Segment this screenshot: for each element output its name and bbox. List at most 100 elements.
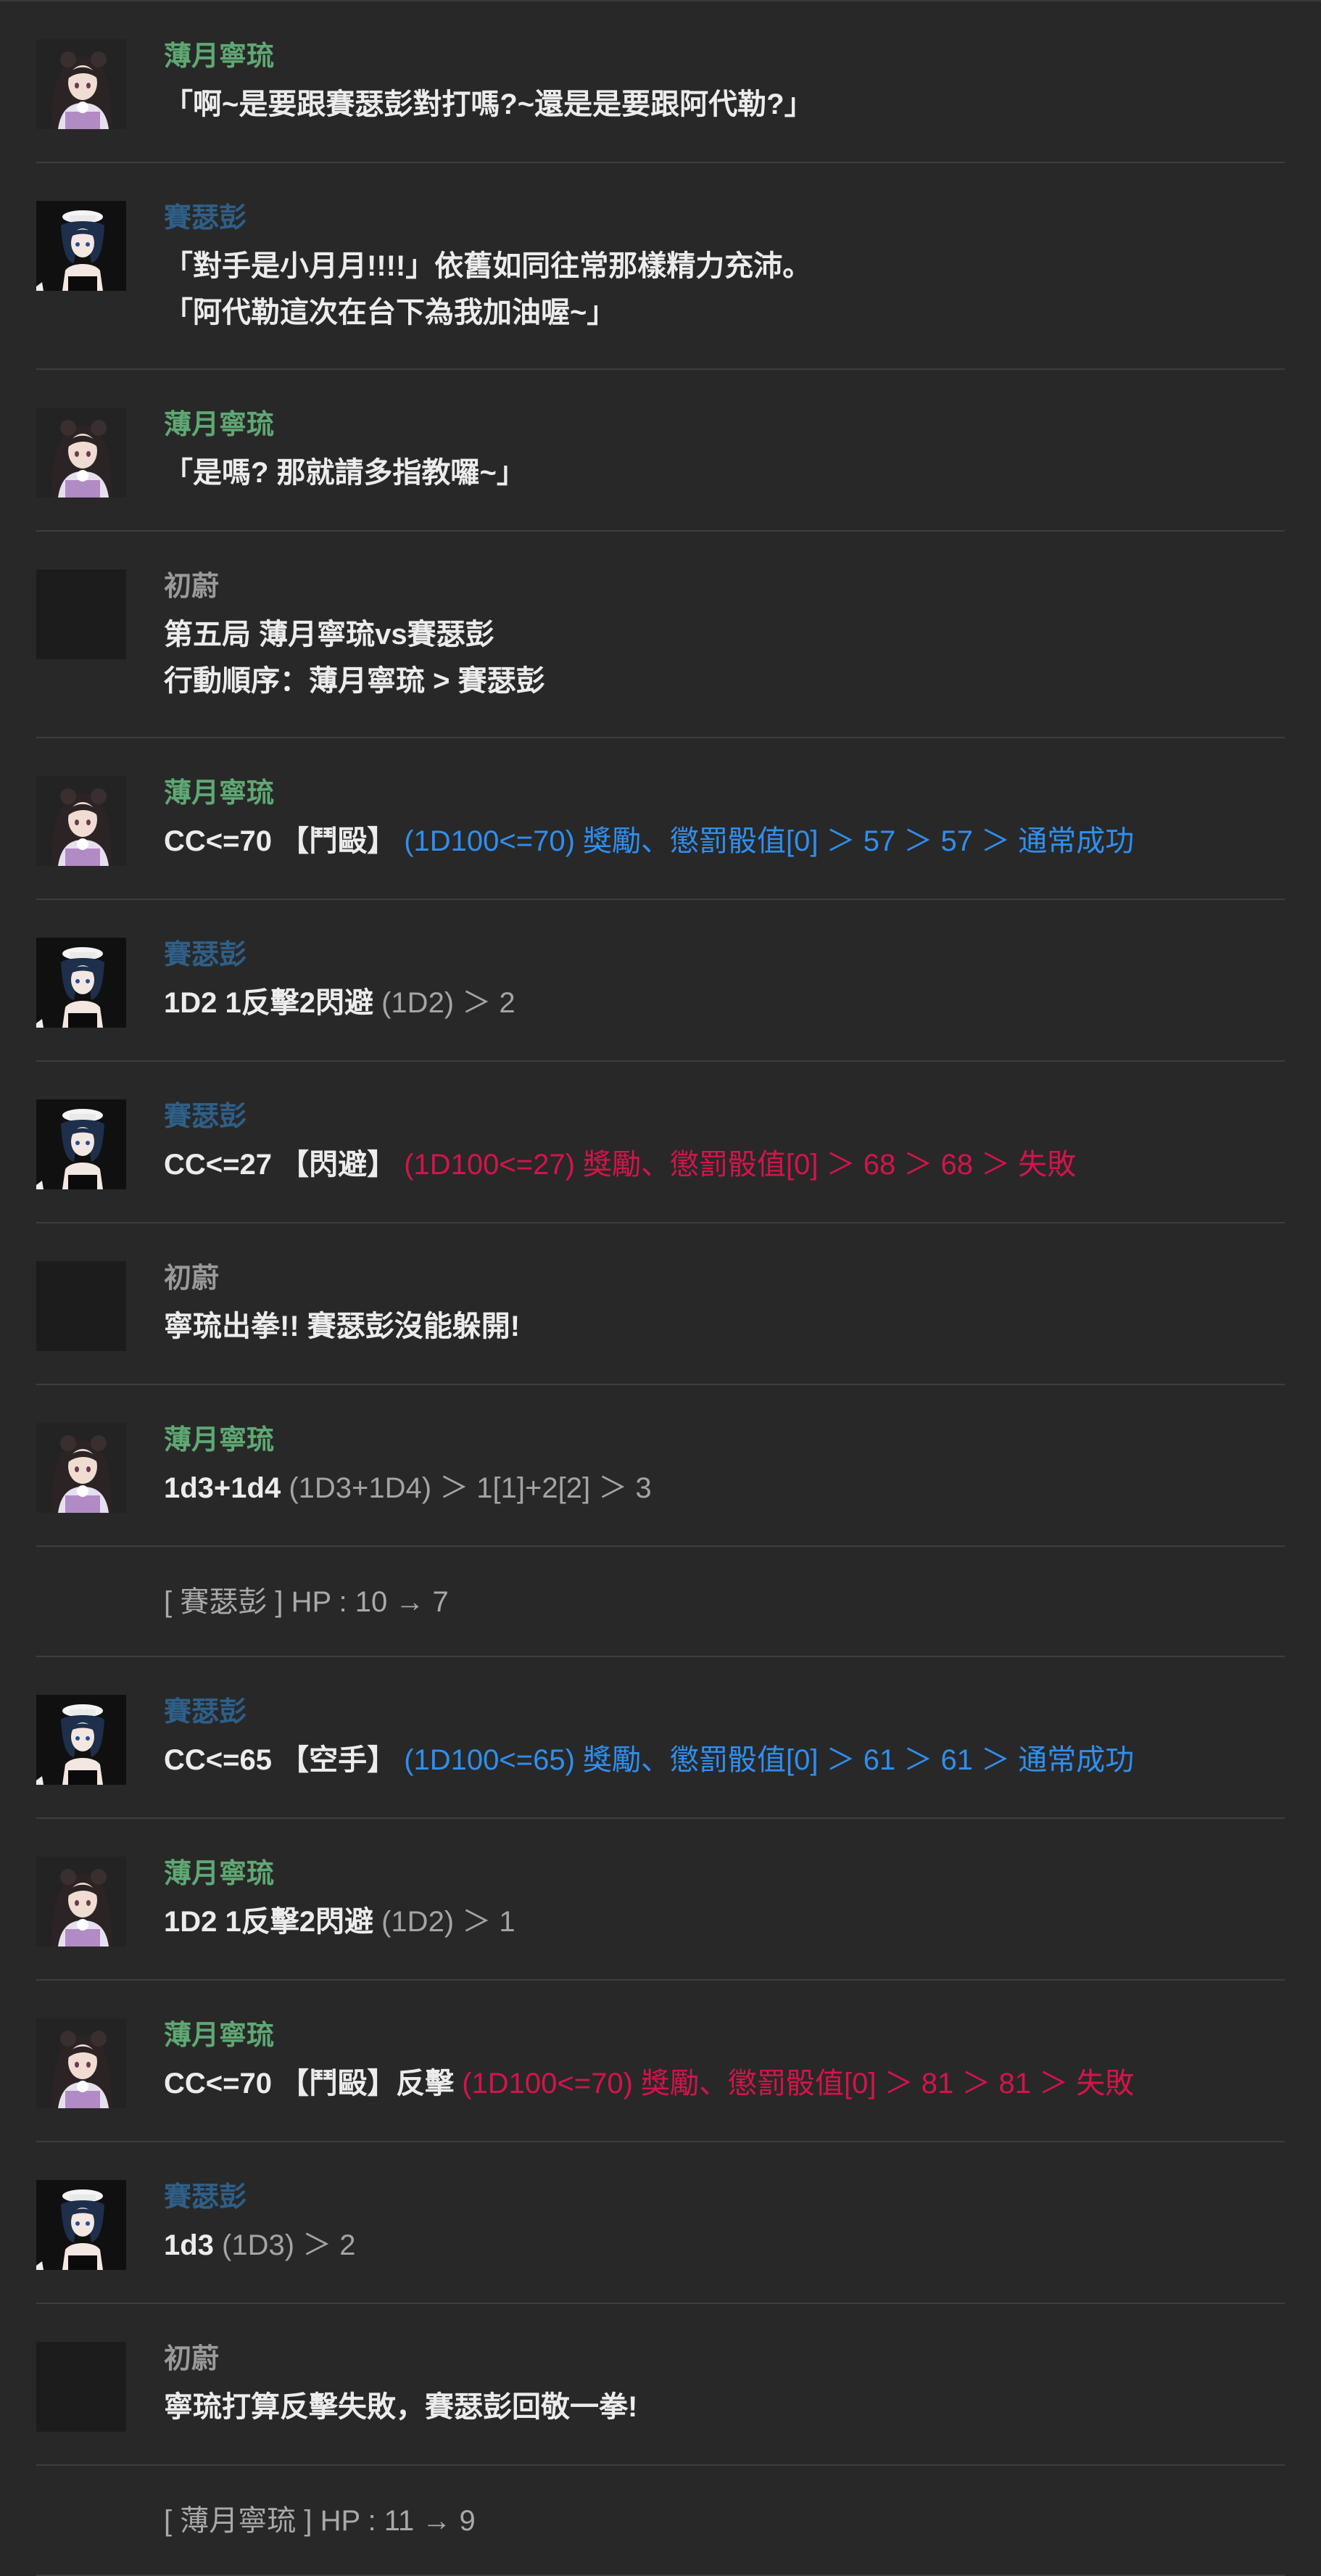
avatar-kp [36, 569, 126, 659]
avatar-ningliu [36, 408, 126, 498]
avatar-ningliu [36, 39, 126, 129]
chat-message: 賽瑟彭 CC<=27 【閃避】 (1D100<=27) 獎勵、懲罰骰值[0] ＞ … [36, 1062, 1285, 1223]
message-text: 1D2 1反擊2閃避 (1D2) ＞ 1 [164, 1899, 515, 1945]
avatar-saiseipeng [36, 1099, 126, 1189]
message-segment: 寧琉出拳!! 賽瑟彭沒能躲開! [164, 1310, 521, 1342]
avatar-kp [36, 2342, 126, 2432]
speaker-name: 薄月寧琉 [164, 41, 275, 72]
dice-result: (1D3+1D4) ＞ 1[1]+2[2] ＞ 3 [289, 1472, 652, 1504]
message-segment: 「是嗎? 那就請多指教囉~」 [164, 457, 526, 489]
message-line: CC<=70 【鬥毆】 (1D100<=70) 獎勵、懲罰骰值[0] ＞ 57 … [164, 818, 1134, 864]
chat-message: 薄月寧琉 1D2 1反擊2閃避 (1D2) ＞ 1 [36, 1819, 1285, 1981]
dice-result: (1D2) ＞ 2 [381, 987, 515, 1019]
message-segment: 「阿代勒這次在台下為我加油喔~」 [164, 297, 616, 329]
message-segment: 1D2 1反擊2閃避 [164, 1906, 382, 1938]
speaker-name: 賽瑟彭 [164, 940, 247, 970]
message-segment: 「對手是小月月!!!!」依舊如同往常那樣精力充沛。 [164, 250, 812, 282]
avatar-saiseipeng [36, 2180, 126, 2270]
message-line: 1d3+1d4 (1D3+1D4) ＞ 1[1]+2[2] ＞ 3 [164, 1465, 652, 1511]
chat-message: 薄月寧琉 CC<=70 【鬥毆】反擊 (1D100<=70) 獎勵、懲罰骰值[0]… [36, 1981, 1285, 2142]
speaker-name: 賽瑟彭 [164, 1102, 247, 1132]
message-text: 1d3 (1D3) ＞ 2 [164, 2222, 356, 2269]
message-line: CC<=70 【鬥毆】反擊 (1D100<=70) 獎勵、懲罰骰值[0] ＞ 8… [164, 2060, 1134, 2107]
message-text: CC<=65 【空手】 (1D100<=65) 獎勵、懲罰骰值[0] ＞ 61 … [164, 1737, 1134, 1783]
speaker-name: 薄月寧琉 [164, 2020, 275, 2051]
message-line: CC<=65 【空手】 (1D100<=65) 獎勵、懲罰骰值[0] ＞ 61 … [164, 1737, 1134, 1783]
avatar-ningliu [36, 1857, 126, 1947]
speaker-name: 賽瑟彭 [164, 203, 247, 234]
message-text: CC<=70 【鬥毆】反擊 (1D100<=70) 獎勵、懲罰骰值[0] ＞ 8… [164, 2060, 1134, 2107]
message-text: 「對手是小月月!!!!」依舊如同往常那樣精力充沛。 「阿代勒這次在台下為我加油喔~… [164, 243, 811, 336]
chat-message: 初蔚寧琉出拳!! 賽瑟彭沒能躲開! [36, 1223, 1285, 1385]
message-segment: 1d3+1d4 [164, 1472, 289, 1504]
message-text: CC<=27 【閃避】 (1D100<=27) 獎勵、懲罰骰值[0] ＞ 68 … [164, 1142, 1076, 1188]
message-segment: 1D2 1反擊2閃避 [164, 987, 382, 1019]
message-segment: CC<=70 【鬥毆】 [164, 825, 405, 857]
dice-result: (1D100<=27) 獎勵、懲罰骰值[0] ＞ 68 ＞ 68 ＞ 失敗 [404, 1149, 1077, 1181]
message-text: 1D2 1反擊2閃避 (1D2) ＞ 2 [164, 980, 515, 1026]
message-text: 「是嗎? 那就請多指教囉~」 [164, 450, 526, 496]
avatar-saiseipeng [36, 201, 126, 291]
message-segment: CC<=65 【空手】 [164, 1744, 405, 1776]
message-text: 第五局 薄月寧琉vs賽瑟彭行動順序：薄月寧琉 > 賽瑟彭 [164, 611, 545, 704]
dice-result: (1D3) ＞ 2 [222, 2229, 356, 2261]
chat-message: 初蔚寧琉打算反擊失敗，賽瑟彭回敬一拳! [36, 2304, 1285, 2466]
message-line: 1D2 1反擊2閃避 (1D2) ＞ 1 [164, 1899, 515, 1945]
avatar-ningliu [36, 1423, 126, 1513]
message-text: 寧琉出拳!! 賽瑟彭沒能躲開! [164, 1303, 520, 1350]
speaker-name: 薄月寧琉 [164, 1859, 275, 1889]
chat-message: 薄月寧琉 CC<=70 【鬥毆】 (1D100<=70) 獎勵、懲罰骰值[0] ＞… [36, 738, 1285, 900]
speaker-name: 賽瑟彭 [164, 1697, 247, 1727]
message-line: 「是嗎? 那就請多指教囉~」 [164, 450, 526, 496]
chat-message: 薄月寧琉 1d3+1d4 (1D3+1D4) ＞ 1[1]+2[2] ＞ 3 [36, 1385, 1285, 1547]
message-line: 寧琉打算反擊失敗，賽瑟彭回敬一拳! [164, 2384, 637, 2430]
chat-message: 薄月寧琉「啊~是要跟賽瑟彭對打嗎?~還是是要跟阿代勒?」 [36, 1, 1285, 163]
message-segment: CC<=70 【鬥毆】反擊 [164, 2068, 463, 2100]
message-line: 寧琉出拳!! 賽瑟彭沒能躲開! [164, 1303, 520, 1350]
system-message: [ 薄月寧琉 ] HP : 11 → 9 [36, 2466, 1285, 2576]
message-segment: 行動順序：薄月寧琉 > 賽瑟彭 [164, 665, 545, 697]
message-line: 1D2 1反擊2閃避 (1D2) ＞ 2 [164, 980, 515, 1026]
chat-message: 薄月寧琉「是嗎? 那就請多指教囉~」 [36, 370, 1285, 532]
dice-result: (1D2) ＞ 1 [381, 1906, 515, 1938]
chat-message: 賽瑟彭 1D2 1反擊2閃避 (1D2) ＞ 2 [36, 900, 1285, 1062]
message-line: 第五局 薄月寧琉vs賽瑟彭 [164, 611, 545, 658]
system-message: [ 賽瑟彭 ] HP : 10 → 7 [36, 1547, 1285, 1657]
message-text: 1d3+1d4 (1D3+1D4) ＞ 1[1]+2[2] ＞ 3 [164, 1465, 652, 1511]
chat-message: 初蔚第五局 薄月寧琉vs賽瑟彭行動順序：薄月寧琉 > 賽瑟彭 [36, 532, 1285, 738]
dice-result: (1D100<=70) 獎勵、懲罰骰值[0] ＞ 57 ＞ 57 ＞ 通常成功 [404, 825, 1135, 857]
message-segment: CC<=27 【閃避】 [164, 1149, 405, 1181]
dice-result: (1D100<=70) 獎勵、懲罰骰值[0] ＞ 81 ＞ 81 ＞ 失敗 [462, 2068, 1135, 2100]
avatar-ningliu [36, 2018, 126, 2108]
avatar-ningliu [36, 776, 126, 866]
chat-message: 賽瑟彭 1d3 (1D3) ＞ 2 [36, 2142, 1285, 2304]
speaker-name: 初蔚 [164, 571, 220, 602]
chat-log: 薄月寧琉 「啊~是要跟賽瑟彭對打嗎?~還是是要跟阿代勒?」 賽瑟彭 「對手是小月月!!… [0, 0, 1321, 2576]
message-line: CC<=27 【閃避】 (1D100<=27) 獎勵、懲罰骰值[0] ＞ 68 … [164, 1142, 1076, 1188]
message-line: 行動順序：薄月寧琉 > 賽瑟彭 [164, 658, 545, 704]
chat-message: 賽瑟彭 CC<=65 【空手】 (1D100<=65) 獎勵、懲罰骰值[0] ＞ … [36, 1657, 1285, 1819]
message-line: 「對手是小月月!!!!」依舊如同往常那樣精力充沛。 [164, 243, 811, 289]
message-text: 「啊~是要跟賽瑟彭對打嗎?~還是是要跟阿代勒?」 [164, 81, 813, 128]
speaker-name: 初蔚 [164, 1263, 220, 1294]
message-line: 1d3 (1D3) ＞ 2 [164, 2222, 356, 2269]
message-segment: 1d3 [164, 2229, 223, 2261]
system-text: [ 薄月寧琉 ] HP : 11 → 9 [164, 2505, 476, 2537]
message-text: 寧琉打算反擊失敗，賽瑟彭回敬一拳! [164, 2384, 637, 2430]
message-segment: 第五局 薄月寧琉vs賽瑟彭 [164, 619, 494, 651]
dice-result: (1D100<=65) 獎勵、懲罰骰值[0] ＞ 61 ＞ 61 ＞ 通常成功 [404, 1744, 1135, 1776]
speaker-name: 初蔚 [164, 2344, 220, 2374]
system-text: [ 賽瑟彭 ] HP : 10 → 7 [164, 1586, 449, 1618]
message-line: 「阿代勒這次在台下為我加油喔~」 [164, 289, 811, 336]
message-line: 「啊~是要跟賽瑟彭對打嗎?~還是是要跟阿代勒?」 [164, 81, 813, 128]
message-segment: 寧琉打算反擊失敗，賽瑟彭回敬一拳! [164, 2391, 638, 2423]
speaker-name: 薄月寧琉 [164, 410, 275, 440]
speaker-name: 薄月寧琉 [164, 778, 275, 809]
avatar-kp [36, 1261, 126, 1351]
chat-message: 賽瑟彭「對手是小月月!!!!」依舊如同往常那樣精力充沛。 「阿代勒這次在台下為我加… [36, 163, 1285, 370]
speaker-name: 賽瑟彭 [164, 2182, 247, 2213]
avatar-saiseipeng [36, 1695, 126, 1785]
avatar-saiseipeng [36, 938, 126, 1028]
speaker-name: 薄月寧琉 [164, 1425, 275, 1456]
message-segment: 「啊~是要跟賽瑟彭對打嗎?~還是是要跟阿代勒?」 [164, 88, 813, 120]
